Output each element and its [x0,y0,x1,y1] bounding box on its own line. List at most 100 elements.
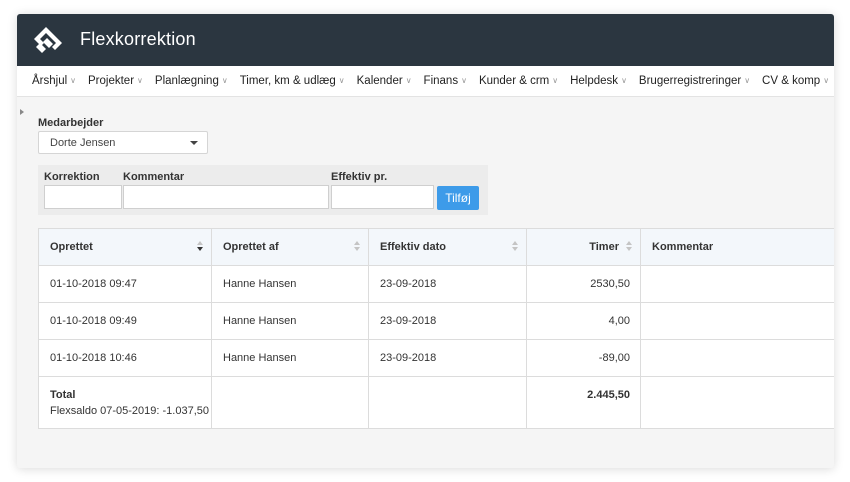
menu-item-label: Timer, km & udlæg [239,75,336,87]
cell-text: 23-09-2018 [380,315,437,327]
comment-input[interactable] [123,185,329,209]
cell-created-by: Hanne Hansen [212,303,369,339]
column-header-label: Oprettet af [223,241,279,253]
cell-effective-date: 23-09-2018 [369,266,527,302]
total-hours-cell: 2.445,50 [527,377,641,428]
corrections-table: Oprettet Oprettet af Effektiv dato Timer… [38,228,834,429]
effective-date-input[interactable] [331,185,434,209]
menu-item-label: Finans [423,75,459,87]
menu-item-label: Kalender [356,75,403,87]
cell-created: 01-10-2018 09:47 [39,266,212,302]
cell-hours: 4,00 [527,303,641,339]
app-window: Flexkorrektion Årshjul ∨ Projekter ∨ Planlæg… [17,14,834,468]
column-header-label: Oprettet [50,241,93,253]
chevron-down-icon: ∨ [137,76,143,85]
menu-item-kunder[interactable]: Kunder & crm ∨ [472,66,563,96]
chevron-down-icon: ∨ [221,76,228,85]
menu-item-label: Projekter [88,75,135,87]
menu-item-kalender[interactable]: Kalender ∨ [350,66,417,96]
cell-comment [641,303,834,339]
cell-created-by: Hanne Hansen [212,340,369,376]
app-logo-icon[interactable] [33,25,63,55]
cell-hours: -89,00 [527,340,641,376]
employee-label: Medarbejder [38,117,104,129]
column-header-kommentar: Kommentar [641,229,834,265]
total-empty-cell [641,377,834,428]
menu-item-finans[interactable]: Finans ∨ [417,66,472,96]
effective-label: Effektiv pr. [331,171,388,183]
cell-effective-date: 23-09-2018 [369,340,527,376]
column-header-label: Timer [589,241,619,253]
cell-text: 23-09-2018 [380,352,437,364]
menu-item-label: Kunder & crm [478,75,550,87]
chevron-down-icon: ∨ [70,76,77,85]
total-empty-cell [212,377,369,428]
menu-item-arshjul[interactable]: Årshjul ∨ [17,66,81,96]
menu-item-label: Planlægning [154,75,219,87]
column-header-label: Kommentar [652,241,714,253]
page-title: Flexkorrektion [80,29,196,49]
table-row[interactable]: 01-10-2018 09:49 Hanne Hansen 23-09-2018… [39,303,834,340]
sort-icon [626,241,632,252]
column-header-oprettet-af[interactable]: Oprettet af [212,229,369,265]
sort-icon [512,241,518,252]
menu-item-brugerregistreringer[interactable]: Brugerregistreringer ∨ [632,66,755,96]
table-header-row: Oprettet Oprettet af Effektiv dato Timer… [39,229,834,266]
employee-select-value: Dorte Jensen [50,137,116,149]
menu-item-projekter[interactable]: Projekter ∨ [81,66,148,96]
cell-hours: 2530,50 [527,266,641,302]
chevron-down-icon: ∨ [338,76,345,85]
chevron-down-icon: ∨ [552,76,559,85]
menu-item-label: Brugerregistreringer [638,75,742,87]
cell-created: 01-10-2018 10:46 [39,340,212,376]
column-header-effektiv-dato[interactable]: Effektiv dato [369,229,527,265]
menu-item-helpdesk[interactable]: Helpdesk ∨ [563,66,632,96]
main-content: Medarbejder Dorte Jensen Korrektion Komm… [17,97,834,468]
total-hours: 2.445,50 [587,389,630,401]
chevron-down-icon: ∨ [744,76,751,85]
cell-comment [641,266,834,302]
cell-text: 01-10-2018 09:49 [50,315,137,327]
cell-created: 01-10-2018 09:49 [39,303,212,339]
main-menu: Årshjul ∨ Projekter ∨ Planlægning ∨ Timer, km … [17,66,834,97]
menu-item-label: Årshjul [32,75,68,87]
correction-label: Korrektion [44,171,100,183]
cell-text: 01-10-2018 10:46 [50,352,137,364]
menu-item-timer[interactable]: Timer, km & udlæg ∨ [233,66,350,96]
cell-effective-date: 23-09-2018 [369,303,527,339]
employee-select[interactable]: Dorte Jensen [38,131,208,154]
chevron-down-icon: ∨ [405,76,412,85]
cell-text: 4,00 [608,315,630,327]
cell-text: Hanne Hansen [223,352,297,364]
chevron-down-icon: ∨ [823,76,830,85]
total-label-cell: Total Flexsaldo 07-05-2019: -1.037,50 [39,377,212,428]
table-row[interactable]: 01-10-2018 10:46 Hanne Hansen 23-09-2018… [39,340,834,377]
cell-created-by: Hanne Hansen [212,266,369,302]
column-header-oprettet[interactable]: Oprettet [39,229,212,265]
cell-text: 01-10-2018 09:47 [50,278,137,290]
column-header-timer[interactable]: Timer [527,229,641,265]
add-button[interactable]: Tilføj [437,186,479,210]
caret-down-icon [190,141,198,145]
cell-text: 2530,50 [590,278,630,290]
chevron-down-icon: ∨ [461,76,467,85]
column-header-label: Effektiv dato [380,241,447,253]
table-total-row: Total Flexsaldo 07-05-2019: -1.037,50 2.… [39,377,834,428]
cell-comment [641,340,834,376]
cell-text: Hanne Hansen [223,315,297,327]
title-bar: Flexkorrektion [17,14,834,66]
correction-input[interactable] [44,185,122,209]
chevron-down-icon: ∨ [621,76,627,85]
sort-icon [354,241,360,252]
menu-item-label: CV & komp [762,75,821,87]
cell-text: 23-09-2018 [380,278,437,290]
cell-text: -89,00 [598,352,630,364]
menu-item-cv[interactable]: CV & komp ∨ [755,66,834,96]
menu-item-label: Helpdesk [570,75,619,87]
correction-form: Korrektion Kommentar Effektiv pr. Tilføj [38,165,488,215]
table-row[interactable]: 01-10-2018 09:47 Hanne Hansen 23-09-2018… [39,266,834,303]
total-label: Total [50,389,76,401]
flexsaldo-text: Flexsaldo 07-05-2019: -1.037,50 [50,405,209,417]
menu-item-planlaegning[interactable]: Planlægning ∨ [148,66,233,96]
cell-text: Hanne Hansen [223,278,297,290]
